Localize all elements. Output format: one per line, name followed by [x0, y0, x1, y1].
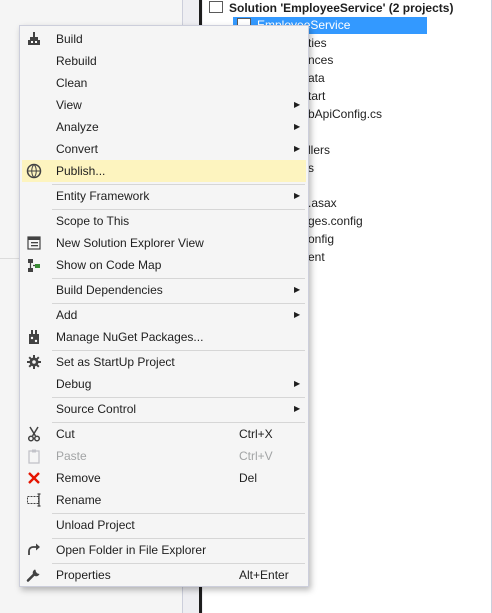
tree-item[interactable]: ata	[308, 70, 325, 87]
menu-item-debug[interactable]: Debug ▶	[22, 373, 306, 395]
rename-icon	[26, 492, 42, 508]
menu-item-analyze[interactable]: Analyze ▶	[22, 116, 306, 138]
menu-label: Debug	[56, 377, 92, 391]
menu-label: Add	[56, 308, 78, 322]
tree-item[interactable]: tart	[308, 88, 325, 105]
menu-item-publish[interactable]: Publish...	[22, 160, 306, 182]
menu-item-build-dependencies[interactable]: Build Dependencies ▶	[22, 279, 306, 301]
menu-label: Rename	[56, 493, 102, 507]
solution-view-icon	[26, 235, 42, 251]
chevron-right-icon: ▶	[294, 100, 301, 109]
menu-item-show-on-code-map[interactable]: Show on Code Map	[22, 254, 306, 276]
chevron-right-icon: ▶	[294, 404, 301, 413]
menu-label: Build	[56, 32, 83, 46]
menu-label: Show on Code Map	[56, 258, 162, 272]
menu-label: Rebuild	[56, 54, 97, 68]
tree-item[interactable]: ent	[308, 249, 325, 266]
tree-item[interactable]: onfig	[308, 231, 334, 248]
menu-label: View	[56, 98, 82, 112]
publish-icon	[26, 163, 42, 179]
open-arrow-icon	[26, 542, 42, 558]
menu-item-add[interactable]: Add ▶	[22, 304, 306, 326]
menu-item-set-startup[interactable]: Set as StartUp Project	[22, 351, 306, 373]
chevron-right-icon: ▶	[294, 285, 301, 294]
tree-item[interactable]: nces	[308, 52, 333, 69]
menu-item-view[interactable]: View ▶	[22, 94, 306, 116]
build-icon	[26, 31, 42, 47]
menu-item-rename[interactable]: Rename	[22, 489, 306, 511]
solution-node[interactable]: Solution 'EmployeeService' (2 projects)	[209, 0, 453, 17]
menu-item-paste: Paste Ctrl+V	[22, 445, 306, 467]
menu-shortcut: Ctrl+X	[239, 427, 273, 441]
chevron-right-icon: ▶	[294, 191, 301, 200]
gear-icon	[26, 354, 42, 370]
menu-label: Properties	[56, 568, 111, 582]
menu-label: Source Control	[56, 402, 137, 416]
chevron-right-icon: ▶	[294, 379, 301, 388]
red-x-icon	[26, 470, 42, 486]
menu-label: Paste	[56, 449, 87, 463]
menu-shortcut: Alt+Enter	[239, 568, 289, 582]
menu-label: Build Dependencies	[56, 283, 163, 297]
tree-item[interactable]: .asax	[308, 195, 337, 212]
menu-label: Unload Project	[56, 518, 135, 532]
menu-shortcut: Del	[239, 471, 258, 485]
clipboard-icon	[26, 448, 42, 464]
chevron-right-icon: ▶	[294, 310, 301, 319]
menu-item-remove[interactable]: Remove Del	[22, 467, 306, 489]
menu-label: Open Folder in File Explorer	[56, 543, 207, 557]
menu-label: Remove	[56, 471, 101, 485]
nuget-icon	[26, 329, 42, 345]
menu-label: New Solution Explorer View	[56, 236, 204, 250]
context-menu: Build Rebuild Clean View ▶ Analyze ▶ Con…	[19, 25, 309, 587]
menu-label: Publish...	[56, 164, 106, 178]
menu-item-scope-to-this[interactable]: Scope to This	[22, 210, 306, 232]
menu-label: Analyze	[56, 120, 99, 134]
menu-item-open-folder[interactable]: Open Folder in File Explorer	[22, 539, 306, 561]
menu-label: Scope to This	[56, 214, 130, 228]
tree-item[interactable]: ges.config	[308, 213, 363, 230]
scissors-icon	[26, 426, 42, 442]
menu-label: Set as StartUp Project	[56, 355, 175, 369]
menu-shortcut: Ctrl+V	[239, 449, 273, 463]
menu-label: Manage NuGet Packages...	[56, 330, 204, 344]
menu-label: Clean	[56, 76, 88, 90]
chevron-right-icon: ▶	[294, 122, 301, 131]
chevron-right-icon: ▶	[294, 144, 301, 153]
solution-icon	[209, 1, 223, 13]
menu-label: Cut	[56, 427, 75, 441]
menu-item-build[interactable]: Build	[22, 28, 306, 50]
menu-label: Entity Framework	[56, 189, 150, 203]
menu-item-entity-framework[interactable]: Entity Framework ▶	[22, 185, 306, 207]
menu-item-cut[interactable]: Cut Ctrl+X	[22, 423, 306, 445]
menu-item-convert[interactable]: Convert ▶	[22, 138, 306, 160]
menu-item-properties[interactable]: Properties Alt+Enter	[22, 564, 306, 586]
menu-item-clean[interactable]: Clean	[22, 72, 306, 94]
tree-item[interactable]: ties	[308, 35, 327, 52]
menu-item-unload-project[interactable]: Unload Project	[22, 514, 306, 536]
wrench-icon	[26, 567, 42, 583]
menu-item-new-solution-explorer-view[interactable]: New Solution Explorer View	[22, 232, 306, 254]
code-map-icon	[26, 257, 42, 273]
menu-item-source-control[interactable]: Source Control ▶	[22, 398, 306, 420]
menu-item-rebuild[interactable]: Rebuild	[22, 50, 306, 72]
tree-item[interactable]: bApiConfig.cs	[308, 106, 382, 123]
menu-label: Convert	[56, 142, 99, 156]
menu-item-manage-nuget[interactable]: Manage NuGet Packages...	[22, 326, 306, 348]
tree-item[interactable]: llers	[308, 142, 330, 159]
